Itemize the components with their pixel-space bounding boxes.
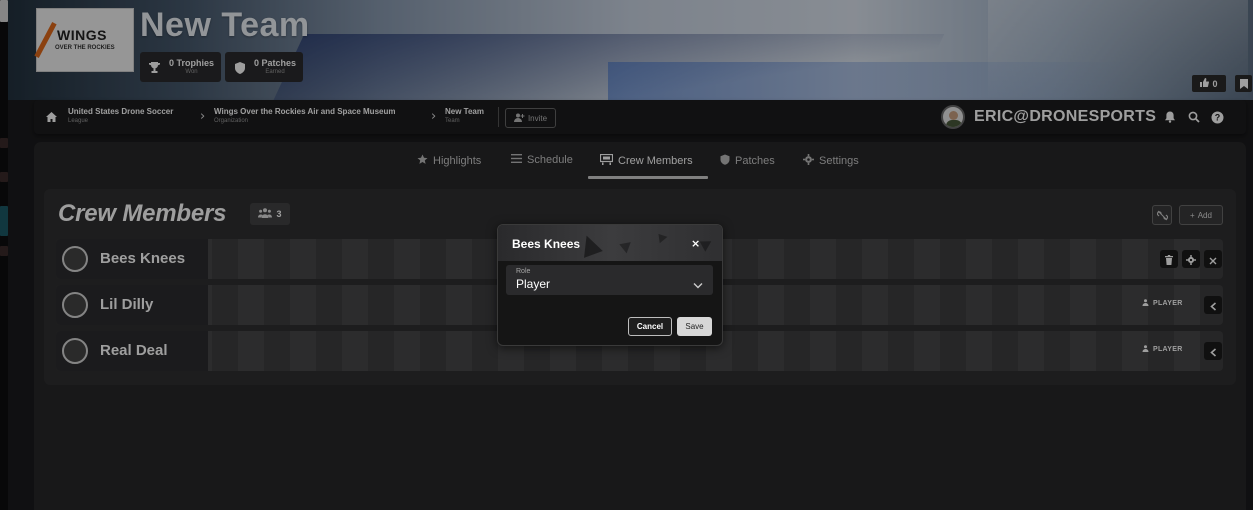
modal-header: Bees Knees × [498, 225, 722, 261]
role-select[interactable]: Role Player [506, 265, 713, 295]
edit-member-modal: Bees Knees × Role Player Cancel Save [497, 224, 723, 346]
close-icon[interactable]: × [691, 237, 700, 250]
chevron-down-icon [693, 274, 703, 293]
save-button[interactable]: Save [677, 317, 712, 336]
modal-title: Bees Knees [512, 237, 581, 251]
cancel-button[interactable]: Cancel [628, 317, 672, 336]
role-label: Role [516, 268, 531, 275]
role-value: Player [516, 277, 551, 291]
